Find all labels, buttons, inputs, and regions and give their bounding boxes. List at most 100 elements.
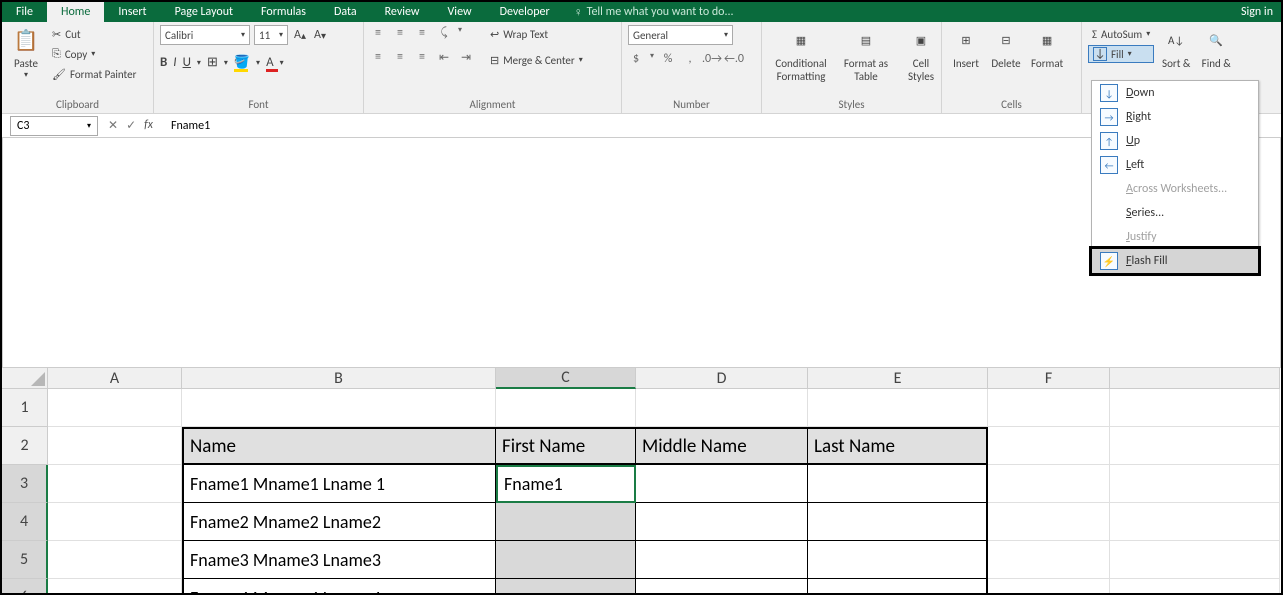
cell-b5[interactable]: Fname3 Mname3 Lname3 bbox=[182, 541, 496, 579]
cell[interactable] bbox=[636, 389, 808, 427]
insert-cell-button[interactable]: ⊞Insert bbox=[948, 25, 984, 98]
header-name[interactable]: Name bbox=[182, 427, 496, 465]
enter-formula-icon[interactable]: ✓ bbox=[126, 118, 136, 133]
cell[interactable] bbox=[48, 389, 182, 427]
cell-styles-button[interactable]: ▣Cell Styles bbox=[898, 25, 944, 98]
tab-view[interactable]: View bbox=[434, 2, 486, 22]
border-button[interactable]: ⊞ bbox=[207, 55, 218, 70]
tab-insert[interactable]: Insert bbox=[104, 2, 160, 22]
cell[interactable] bbox=[808, 541, 988, 579]
name-box[interactable]: C3▾ bbox=[10, 116, 98, 136]
cancel-formula-icon[interactable]: ✕ bbox=[108, 118, 118, 133]
cell[interactable] bbox=[1110, 465, 1280, 503]
row-header-2[interactable]: 2 bbox=[2, 427, 48, 465]
row-header-1[interactable]: 1 bbox=[2, 389, 48, 427]
col-header-blank[interactable] bbox=[1110, 368, 1280, 389]
tab-formulas[interactable]: Formulas bbox=[247, 2, 320, 22]
fx-icon[interactable]: fx bbox=[144, 118, 153, 133]
underline-button[interactable]: U bbox=[183, 55, 191, 70]
increase-font-icon[interactable]: A▴ bbox=[292, 27, 308, 43]
cell[interactable] bbox=[988, 541, 1110, 579]
cell[interactable] bbox=[988, 579, 1110, 593]
autosum-button[interactable]: ΣAutoSum▾ bbox=[1088, 25, 1154, 43]
currency-icon[interactable]: $ bbox=[628, 51, 644, 67]
paste-button[interactable]: 📋 Paste ▾ bbox=[8, 25, 44, 98]
cell[interactable] bbox=[808, 465, 988, 503]
fill-down-item[interactable]: ↓Down bbox=[1092, 81, 1258, 105]
cell-c3-selected[interactable]: Fname1 bbox=[496, 465, 636, 503]
col-header-f[interactable]: F bbox=[988, 368, 1110, 389]
orientation-icon[interactable]: ⤹ bbox=[436, 25, 452, 41]
header-first[interactable]: First Name bbox=[496, 427, 636, 465]
increase-decimal-icon[interactable]: .0→ bbox=[704, 51, 720, 67]
cell-b4[interactable]: Fname2 Mname2 Lname2 bbox=[182, 503, 496, 541]
cell[interactable] bbox=[48, 465, 182, 503]
formula-expand-box[interactable] bbox=[2, 138, 1281, 368]
merge-center-button[interactable]: ⊟Merge & Center▾ bbox=[486, 51, 587, 69]
format-as-table-button[interactable]: ▤Format as Table bbox=[838, 25, 894, 98]
cell[interactable] bbox=[182, 389, 496, 427]
increase-indent-icon[interactable]: ⇥ bbox=[458, 49, 474, 65]
cell[interactable] bbox=[636, 579, 808, 593]
cut-button[interactable]: ✂Cut bbox=[48, 25, 140, 43]
cell-b3[interactable]: Fname1 Mname1 Lname 1 bbox=[182, 465, 496, 503]
row-header-4[interactable]: 4 bbox=[2, 503, 48, 541]
cell[interactable] bbox=[1110, 427, 1280, 465]
font-name-select[interactable]: Calibri▾ bbox=[160, 25, 250, 45]
align-left-icon[interactable]: ≡ bbox=[370, 49, 386, 65]
align-right-icon[interactable]: ≡ bbox=[414, 49, 430, 65]
font-size-select[interactable]: 11▾ bbox=[254, 25, 288, 45]
align-bottom-icon[interactable]: ≡ bbox=[414, 25, 430, 41]
align-center-icon[interactable]: ≡ bbox=[392, 49, 408, 65]
header-last[interactable]: Last Name bbox=[808, 427, 988, 465]
fill-button[interactable]: ↓Fill▾ bbox=[1088, 45, 1154, 63]
col-header-c[interactable]: C bbox=[496, 368, 636, 389]
decrease-indent-icon[interactable]: ⇤ bbox=[436, 49, 452, 65]
cell[interactable] bbox=[808, 389, 988, 427]
cell-c5[interactable] bbox=[496, 541, 636, 579]
percent-icon[interactable]: % bbox=[660, 51, 676, 67]
number-format-select[interactable]: General▾ bbox=[628, 25, 733, 45]
cell[interactable] bbox=[808, 503, 988, 541]
tab-file[interactable]: File bbox=[2, 2, 47, 22]
tab-review[interactable]: Review bbox=[371, 2, 434, 22]
align-middle-icon[interactable]: ≡ bbox=[392, 25, 408, 41]
col-header-a[interactable]: A bbox=[48, 368, 182, 389]
cell[interactable] bbox=[808, 579, 988, 593]
cell[interactable] bbox=[988, 427, 1110, 465]
cell[interactable] bbox=[1110, 389, 1280, 427]
col-header-e[interactable]: E bbox=[808, 368, 988, 389]
select-all-corner[interactable] bbox=[2, 368, 48, 389]
cell[interactable] bbox=[988, 389, 1110, 427]
cell-c6[interactable] bbox=[496, 579, 636, 593]
align-top-icon[interactable]: ≡ bbox=[370, 25, 386, 41]
conditional-formatting-button[interactable]: ▦Conditional Formatting bbox=[768, 25, 834, 98]
comma-icon[interactable]: , bbox=[682, 51, 698, 67]
row-header-3[interactable]: 3 bbox=[2, 465, 48, 503]
font-color-button[interactable]: A bbox=[266, 55, 274, 70]
fill-series-item[interactable]: Series... bbox=[1092, 201, 1258, 225]
copy-button[interactable]: ⎘Copy▾ bbox=[48, 45, 140, 63]
cell[interactable] bbox=[496, 389, 636, 427]
tab-data[interactable]: Data bbox=[320, 2, 371, 22]
col-header-d[interactable]: D bbox=[636, 368, 808, 389]
cell[interactable] bbox=[48, 579, 182, 593]
cell[interactable] bbox=[1110, 579, 1280, 593]
cell[interactable] bbox=[1110, 503, 1280, 541]
wrap-text-button[interactable]: ↩Wrap Text bbox=[486, 25, 587, 43]
row-header-5[interactable]: 5 bbox=[2, 541, 48, 579]
cell[interactable] bbox=[1110, 541, 1280, 579]
fill-left-item[interactable]: ←Left bbox=[1092, 153, 1258, 177]
fill-up-item[interactable]: ↑Up bbox=[1092, 129, 1258, 153]
tab-home[interactable]: Home bbox=[47, 2, 104, 22]
cell[interactable] bbox=[636, 503, 808, 541]
cell[interactable] bbox=[48, 541, 182, 579]
delete-cell-button[interactable]: ⊟Delete bbox=[988, 25, 1024, 98]
cell[interactable] bbox=[48, 427, 182, 465]
cell-c4[interactable] bbox=[496, 503, 636, 541]
header-middle[interactable]: Middle Name bbox=[636, 427, 808, 465]
tab-developer[interactable]: Developer bbox=[486, 2, 564, 22]
col-header-b[interactable]: B bbox=[182, 368, 496, 389]
decrease-decimal-icon[interactable]: ←.0 bbox=[726, 51, 742, 67]
formula-text[interactable]: Fname1 bbox=[171, 119, 210, 133]
